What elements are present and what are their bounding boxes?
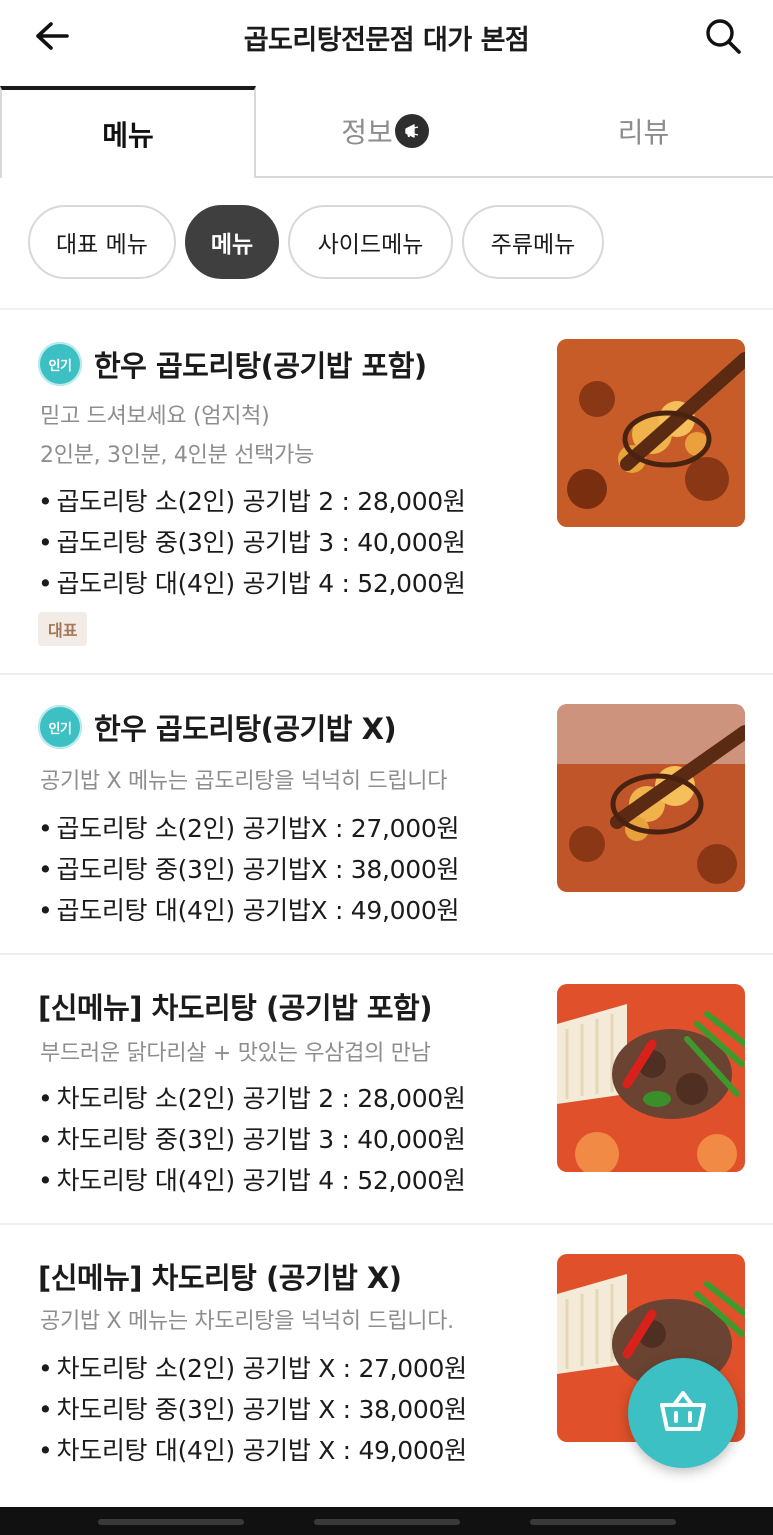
chip-menu[interactable]: 메뉴 <box>185 205 279 279</box>
menu-item-price: 차도리탕 중(3인) 공기밥 X : 38,000원 <box>38 1390 467 1426</box>
menu-item[interactable]: [신메뉴] 차도리탕 (공기밥 포함) 부드러운 닭다리살 + 맛있는 우삼겹의… <box>0 955 773 1225</box>
menu-item-price: 곱도리탕 중(3인) 공기밥X : 38,000원 <box>38 850 459 886</box>
menu-item-price: 차도리탕 대(4인) 공기밥 X : 49,000원 <box>38 1431 467 1467</box>
menu-item-price: 곱도리탕 대(4인) 공기밥X : 49,000원 <box>38 891 459 927</box>
food-photo <box>557 704 745 892</box>
cart-button[interactable] <box>628 1358 738 1468</box>
chip-side-menu[interactable]: 사이드메뉴 <box>288 205 453 279</box>
menu-item-price: 차도리탕 소(2인) 공기밥 2 : 28,000원 <box>38 1079 465 1115</box>
signature-tag: 대표 <box>38 612 88 646</box>
nav-handle <box>314 1519 460 1525</box>
nav-handle <box>98 1519 244 1525</box>
popular-badge: 인기 <box>38 705 82 749</box>
menu-item-price: 곱도리탕 중(3인) 공기밥 3 : 40,000원 <box>38 523 465 559</box>
menu-item-name: 한우 곱도리탕(공기밥 포함) <box>94 349 427 383</box>
menu-item-name: [신메뉴] 차도리탕 (공기밥 포함) <box>38 991 432 1025</box>
menu-item[interactable]: 인기 한우 곱도리탕(공기밥 X) 공기밥 X 메뉴는 곱도리탕을 넉넉히 드립… <box>0 675 773 955</box>
tab-label: 메뉴 <box>102 119 154 152</box>
megaphone-icon <box>394 114 429 148</box>
menu-item-name-row: 인기 한우 곱도리탕(공기밥 포함) <box>38 342 427 386</box>
menu-item-price: 차도리탕 대(4인) 공기밥 4 : 52,000원 <box>38 1161 465 1197</box>
chip-drinks-menu[interactable]: 주류메뉴 <box>462 205 604 279</box>
menu-item-name: 한우 곱도리탕(공기밥 X) <box>94 712 397 746</box>
menu-item-price: 차도리탕 중(3인) 공기밥 3 : 40,000원 <box>38 1120 465 1156</box>
menu-item-description: 2인분, 3인분, 4인분 선택가능 <box>40 443 314 468</box>
menu-item-description: 부드러운 닭다리살 + 맛있는 우삼겹의 만남 <box>40 1041 431 1066</box>
menu-item-name: [신메뉴] 차도리탕 (공기밥 X) <box>38 1261 402 1295</box>
menu-item-description: 공기밥 X 메뉴는 차도리탕을 넉넉히 드립니다. <box>40 1309 454 1334</box>
menu-item-price: 곱도리탕 소(2인) 공기밥X : 27,000원 <box>38 809 459 845</box>
menu-item-price: 곱도리탕 소(2인) 공기밥 2 : 28,000원 <box>38 482 465 518</box>
tab-bar: 메뉴 정보 리뷰 <box>0 86 773 178</box>
tab-info[interactable]: 정보 <box>256 86 514 178</box>
menu-item-description: 믿고 드셔보세요 (엄지척) <box>40 404 270 429</box>
category-chip-row: 대표 메뉴 메뉴 사이드메뉴 주류메뉴 <box>0 178 773 310</box>
food-photo <box>557 339 745 527</box>
tab-reviews[interactable]: 리뷰 <box>514 86 773 178</box>
menu-item-price: 차도리탕 소(2인) 공기밥 X : 27,000원 <box>38 1349 467 1385</box>
food-photo <box>557 984 745 1172</box>
menu-item-price: 곱도리탕 대(4인) 공기밥 4 : 52,000원 <box>38 564 465 600</box>
nav-handle <box>530 1519 676 1525</box>
page-title: 곱도리탕전문점 대가 본점 <box>243 25 530 56</box>
tab-label: 정보 <box>341 116 393 149</box>
tab-menu[interactable]: 메뉴 <box>0 86 256 178</box>
tab-label: 리뷰 <box>617 116 670 149</box>
search-icon[interactable] <box>701 14 745 58</box>
menu-item[interactable]: 인기 한우 곱도리탕(공기밥 포함) 믿고 드셔보세요 (엄지척) 2인분, 3… <box>0 310 773 675</box>
basket-icon <box>658 1389 708 1437</box>
system-navigation-bar <box>0 1507 773 1535</box>
app-header: 곱도리탕전문점 대가 본점 <box>0 0 773 72</box>
menu-item-name-row: 인기 한우 곱도리탕(공기밥 X) <box>38 705 397 749</box>
menu-item-description: 공기밥 X 메뉴는 곱도리탕을 넉넉히 드립니다 <box>40 769 448 794</box>
popular-badge: 인기 <box>38 342 82 386</box>
chip-signature-menu[interactable]: 대표 메뉴 <box>28 205 176 279</box>
